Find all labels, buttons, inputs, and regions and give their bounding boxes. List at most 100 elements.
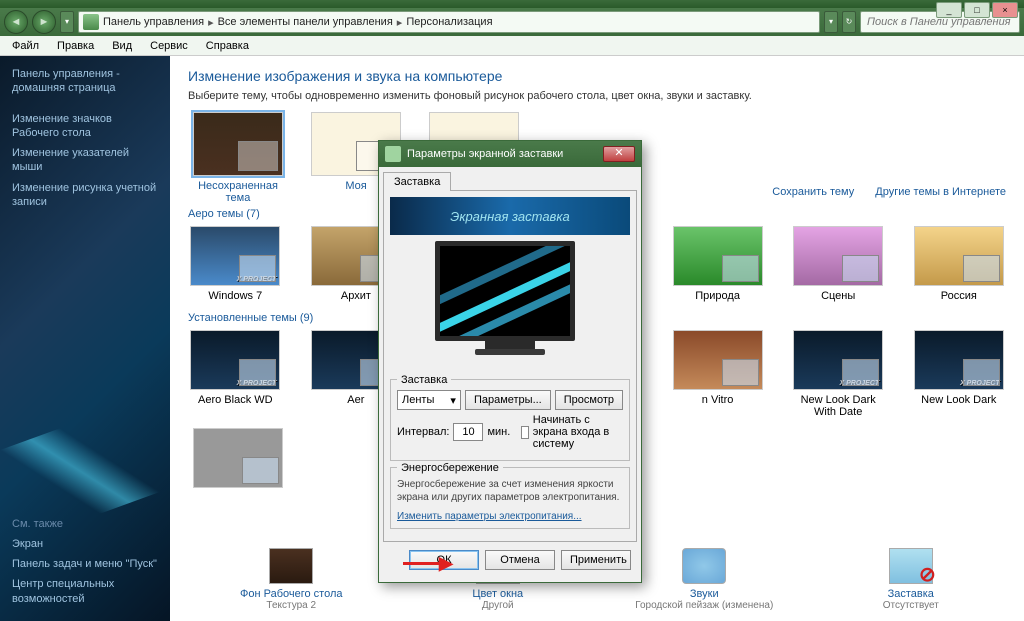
theme-label: n Vitro [702, 394, 734, 406]
preview-button[interactable]: Просмотр [555, 390, 623, 410]
screensaver-combo[interactable]: Ленты [397, 390, 461, 410]
power-settings-link[interactable]: Изменить параметры электропитания... [397, 511, 582, 522]
theme-item[interactable]: X PROJECT Windows 7 [188, 226, 283, 302]
bottom-label: Фон Рабочего стола [221, 588, 361, 600]
sidebar-home[interactable]: Панель управления - домашняя страница [12, 64, 158, 99]
breadcrumb-seg[interactable]: Панель управления [103, 16, 204, 28]
theme-item[interactable]: Природа [670, 226, 765, 302]
back-button[interactable]: ◄ [4, 10, 28, 34]
theme-item[interactable]: n Vitro [670, 330, 765, 418]
forward-button[interactable]: ► [32, 10, 56, 34]
theme-thumb [914, 226, 1004, 286]
theme-label: Сцены [821, 290, 855, 302]
menu-edit[interactable]: Правка [49, 38, 102, 54]
desktop-background-button[interactable]: Фон Рабочего стола Текстура 2 [221, 548, 361, 611]
control-panel-icon [83, 14, 99, 30]
breadcrumb-dropdown[interactable]: ▾ [824, 11, 838, 33]
menu-file[interactable]: Файл [4, 38, 47, 54]
dialog-title-text: Параметры экранной заставки [407, 148, 563, 160]
menu-help[interactable]: Справка [198, 38, 257, 54]
theme-label: Aer [347, 394, 364, 406]
chevron-right-icon: ▸ [208, 16, 214, 29]
theme-item[interactable] [188, 428, 288, 492]
checkbox-label: Начинать с экрана входа в систему [533, 414, 623, 450]
theme-thumb [673, 330, 763, 390]
dialog-close-button[interactable]: ✕ [603, 146, 635, 162]
params-button[interactable]: Параметры... [465, 390, 551, 410]
theme-thumb: X PROJECT [190, 330, 280, 390]
history-dropdown[interactable]: ▾ [60, 11, 74, 33]
theme-label: Aero Black WD [198, 394, 273, 406]
theme-thumb: X PROJECT [793, 330, 883, 390]
theme-thumb: X PROJECT [190, 226, 280, 286]
navbar: ◄ ► ▾ Панель управления ▸ Все элементы п… [0, 8, 1024, 36]
fieldset-label: Энергосбережение [397, 462, 503, 474]
save-theme-link[interactable]: Сохранить тему [772, 186, 854, 198]
dialog-banner: Экранная заставка [390, 197, 630, 235]
min-label: мин. [487, 426, 510, 438]
window-controls: _ □ × [936, 2, 1018, 18]
breadcrumb-seg[interactable]: Все элементы панели управления [218, 16, 393, 28]
annotation-arrow [403, 552, 453, 574]
sidebar-link-mouse[interactable]: Изменение указателей мыши [12, 143, 158, 178]
dialog-footer: ОК Отмена Применить [383, 542, 637, 578]
screensaver-button[interactable]: Заставка Отсутствует [841, 548, 981, 611]
theme-item[interactable]: X PROJECT Aero Black WD [188, 330, 283, 418]
menubar: Файл Правка Вид Сервис Справка [0, 36, 1024, 56]
theme-item[interactable]: X PROJECT New Look Dark With Date [791, 330, 886, 418]
fieldset-label: Заставка [397, 374, 451, 386]
maximize-button[interactable]: □ [964, 2, 990, 18]
theme-label: Россия [941, 290, 977, 302]
sidebar: Панель управления - домашняя страница Из… [0, 56, 170, 621]
bottom-sub: Другой [428, 600, 568, 611]
theme-label: Несохраненная тема [188, 180, 288, 204]
theme-thumb [793, 226, 883, 286]
theme-label: Windows 7 [208, 290, 262, 302]
interval-input[interactable] [453, 423, 483, 441]
window-titlebar [0, 0, 1024, 8]
monitor-preview [435, 241, 585, 371]
bottom-label: Заставка [841, 588, 981, 600]
theme-item[interactable]: X PROJECTNew Look Dark [911, 330, 1006, 418]
theme-label: Архит [341, 290, 371, 302]
menu-tools[interactable]: Сервис [142, 38, 196, 54]
sidebar-link-desktop-icons[interactable]: Изменение значков Рабочего стола [12, 109, 158, 144]
menu-view[interactable]: Вид [104, 38, 140, 54]
fieldset-screensaver: Заставка Ленты Параметры... Просмотр Инт… [390, 379, 630, 461]
minimize-button[interactable]: _ [936, 2, 962, 18]
theme-label: New Look Dark [921, 394, 996, 406]
dialog-titlebar[interactable]: Параметры экранной заставки ✕ [379, 141, 641, 167]
bottom-sub: Текстура 2 [221, 600, 361, 611]
sounds-button[interactable]: Звуки Городской пейзаж (изменена) [634, 548, 774, 611]
apply-button[interactable]: Применить [561, 550, 631, 570]
energy-text: Энергосбережение за счет изменения яркос… [397, 478, 623, 504]
interval-label: Интервал: [397, 426, 449, 438]
theme-thumb [673, 226, 763, 286]
tab-screensaver[interactable]: Заставка [383, 172, 451, 191]
bottom-sub: Отсутствует [841, 600, 981, 611]
theme-item[interactable]: Сцены [791, 226, 886, 302]
sidebar-link-display[interactable]: Экран [12, 534, 158, 554]
breadcrumb[interactable]: Панель управления ▸ Все элементы панели … [78, 11, 820, 33]
bottom-label: Цвет окна [428, 588, 568, 600]
bottom-sub: Городской пейзаж (изменена) [634, 600, 774, 611]
sidebar-see-also: См. также [12, 518, 158, 530]
bottom-label: Звуки [634, 588, 774, 600]
sidebar-link-taskbar[interactable]: Панель задач и меню "Пуск" [12, 554, 158, 574]
close-button[interactable]: × [992, 2, 1018, 18]
theme-label: New Look Dark With Date [801, 394, 876, 418]
screensaver-dialog: Параметры экранной заставки ✕ Заставка Э… [378, 140, 642, 583]
background-icon [269, 548, 313, 584]
sidebar-link-accessibility[interactable]: Центр специальных возможностей [12, 574, 158, 609]
sidebar-link-account-picture[interactable]: Изменение рисунка учетной записи [12, 178, 158, 213]
cancel-button[interactable]: Отмена [485, 550, 555, 570]
refresh-button[interactable]: ↻ [842, 11, 856, 33]
logon-checkbox[interactable] [521, 426, 528, 439]
theme-thumb [193, 112, 283, 176]
theme-item[interactable]: Россия [911, 226, 1006, 302]
more-themes-link[interactable]: Другие темы в Интернете [875, 186, 1006, 198]
breadcrumb-seg[interactable]: Персонализация [406, 16, 492, 28]
theme-thumb [193, 428, 283, 488]
theme-item[interactable]: Несохраненная тема [188, 112, 288, 204]
page-title: Изменение изображения и звука на компьют… [188, 68, 1006, 84]
